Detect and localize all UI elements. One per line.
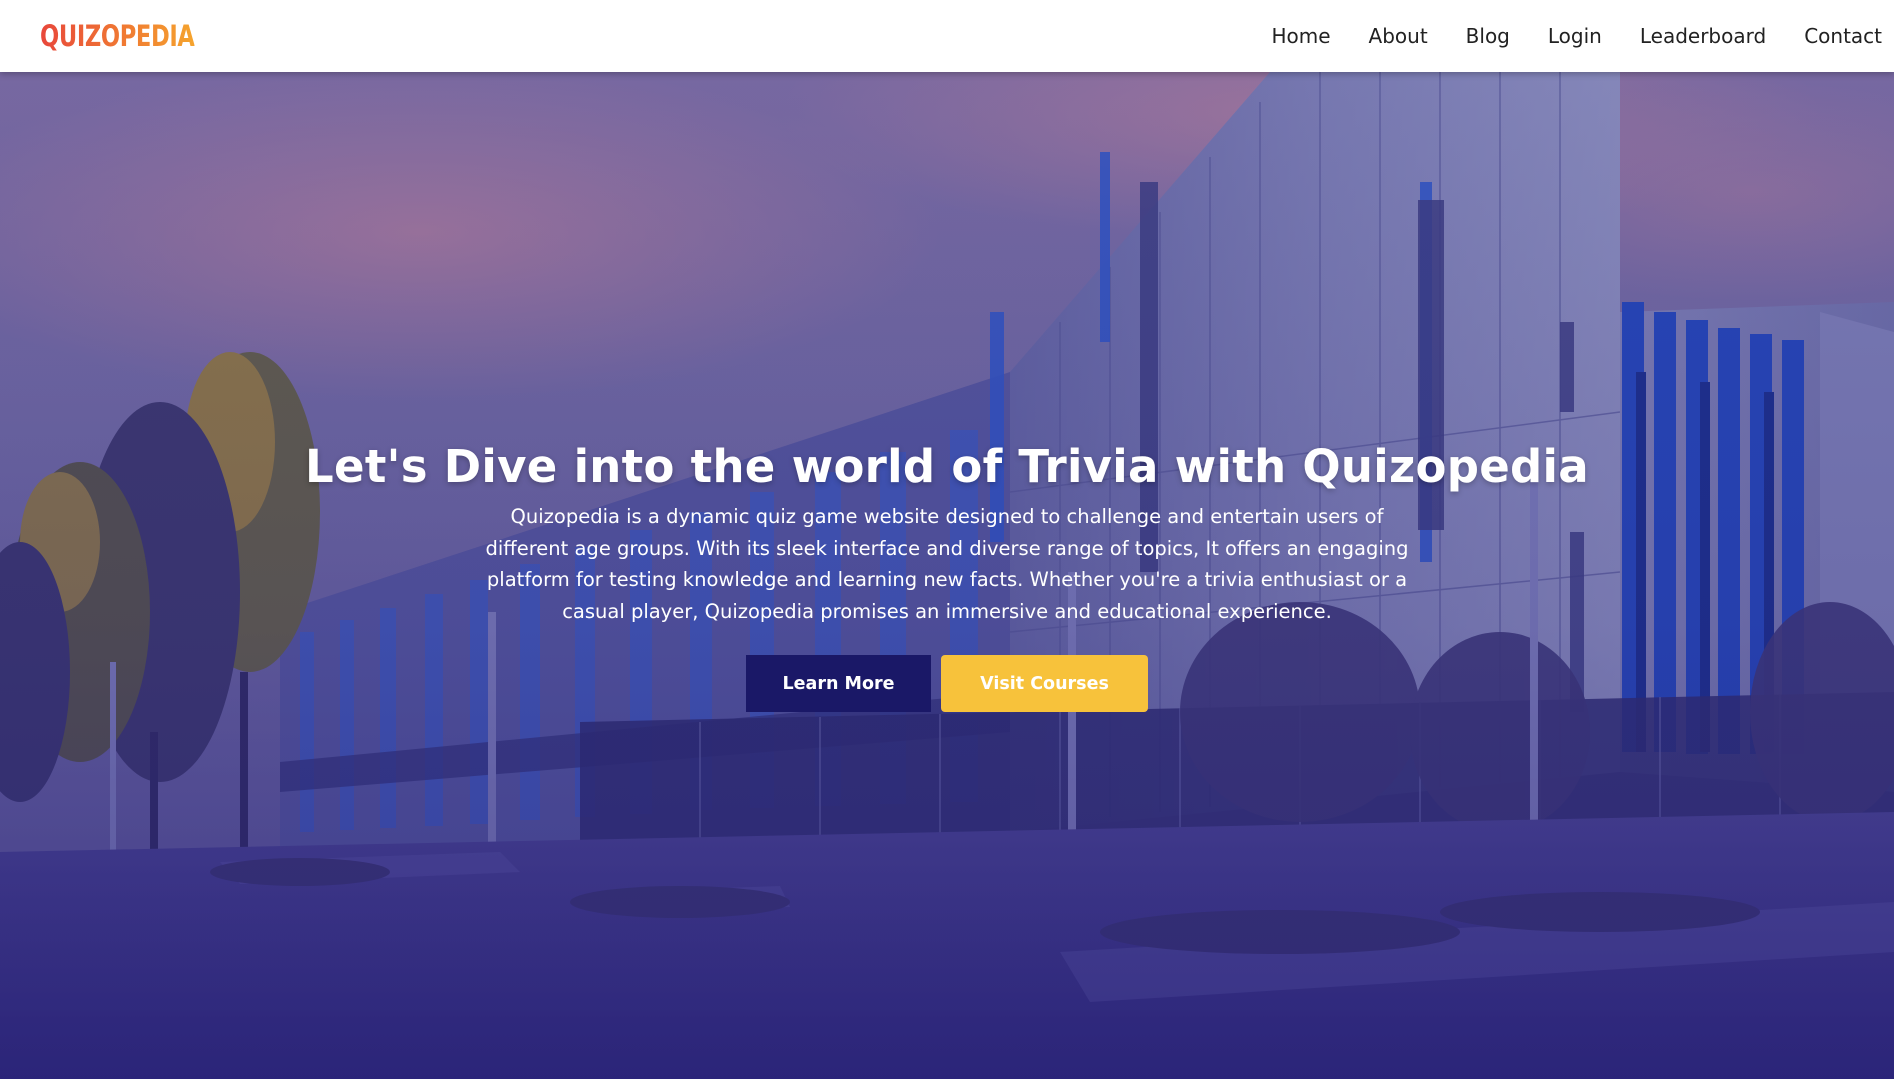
nav-link-about[interactable]: About xyxy=(1369,24,1428,48)
hero-section: Let's Dive into the world of Trivia with… xyxy=(0,72,1894,1079)
nav-link-contact[interactable]: Contact xyxy=(1804,24,1882,48)
nav-link-home[interactable]: Home xyxy=(1271,24,1330,48)
hero-buttons: Learn More Visit Courses xyxy=(0,655,1894,712)
hero-description: Quizopedia is a dynamic quiz game websit… xyxy=(485,505,1409,623)
hero-content: Let's Dive into the world of Trivia with… xyxy=(0,440,1894,712)
hero-title: Let's Dive into the world of Trivia with… xyxy=(305,440,1589,493)
site-logo[interactable]: QUIZOPEDIA xyxy=(40,19,195,53)
nav-link-leaderboard[interactable]: Leaderboard xyxy=(1640,24,1766,48)
nav-link-login[interactable]: Login xyxy=(1548,24,1602,48)
main-nav: Home About Blog Login Leaderboard Contac… xyxy=(1233,0,1894,72)
navbar: QUIZOPEDIA Home About Blog Login Leaderb… xyxy=(0,0,1894,72)
learn-more-button[interactable]: Learn More xyxy=(746,655,931,712)
visit-courses-button[interactable]: Visit Courses xyxy=(941,655,1148,712)
nav-link-blog[interactable]: Blog xyxy=(1466,24,1510,48)
